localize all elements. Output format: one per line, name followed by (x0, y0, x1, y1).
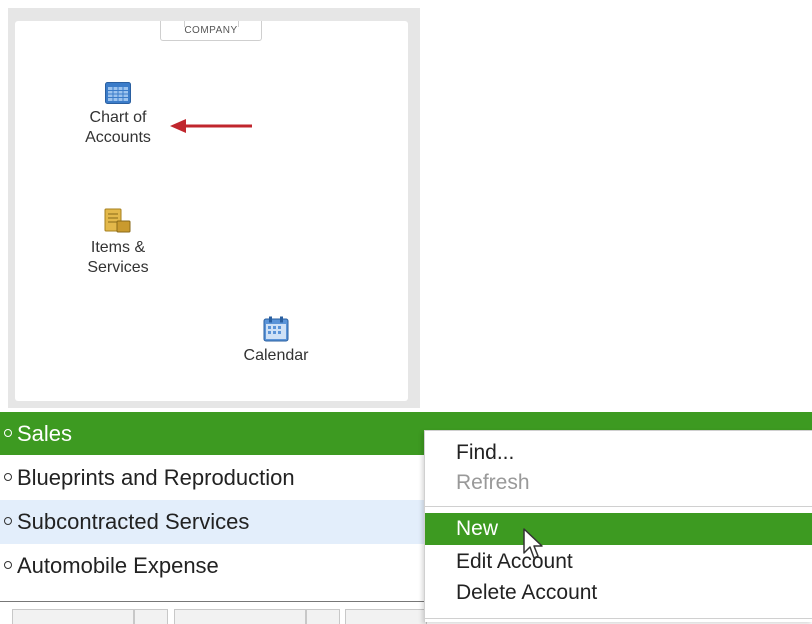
company-tab-label: COMPANY (160, 21, 262, 41)
account-row-label: Automobile Expense (17, 553, 219, 578)
calendar-tile[interactable]: Calendar (226, 316, 326, 366)
items-icon (104, 208, 131, 233)
chart-of-accounts-label-line1: Chart of (89, 109, 147, 126)
menu-item-find[interactable]: Find... (425, 437, 812, 469)
account-row-label: Subcontracted Services (17, 509, 250, 534)
items-services-tile[interactable]: Items & Services (68, 208, 168, 278)
menu-item-edit-account[interactable]: Edit Account (425, 546, 812, 578)
account-row-automobile[interactable]: Automobile Expense (0, 544, 430, 588)
account-row-label: Sales (17, 421, 73, 446)
account-row-blueprints[interactable]: Blueprints and Reproduction (0, 456, 430, 500)
bullet-icon (4, 473, 12, 482)
bullet-icon (4, 429, 12, 438)
account-row-subcontracted[interactable]: Subcontracted Services (0, 500, 430, 544)
footer-button[interactable] (345, 609, 427, 624)
bullet-icon (4, 517, 12, 526)
menu-separator (425, 506, 812, 507)
items-services-label-line2: Services (87, 259, 149, 276)
calendar-icon (263, 316, 289, 342)
list-bottom-divider (0, 601, 430, 602)
chart-of-accounts-label-line2: Accounts (85, 129, 151, 146)
menu-item-delete-account[interactable]: Delete Account (425, 577, 812, 609)
chart-of-accounts-tile[interactable]: Chart of Accounts (68, 82, 168, 148)
footer-dropdown-button[interactable] (306, 609, 340, 624)
footer-button[interactable] (174, 609, 306, 624)
bullet-icon (4, 561, 12, 570)
menu-separator (425, 618, 812, 619)
items-services-label-line1: Items & (90, 239, 146, 256)
ledger-icon (105, 82, 131, 104)
footer-dropdown-button[interactable] (134, 609, 168, 624)
menu-item-refresh[interactable]: Refresh (425, 467, 812, 499)
menu-item-new[interactable]: New (425, 513, 812, 545)
context-menu: Find... Refresh New Edit Account Delete … (424, 430, 812, 622)
calendar-label: Calendar (243, 347, 309, 364)
footer-button[interactable] (12, 609, 134, 624)
account-row-label: Blueprints and Reproduction (17, 465, 295, 490)
red-arrow-annotation (170, 119, 252, 133)
